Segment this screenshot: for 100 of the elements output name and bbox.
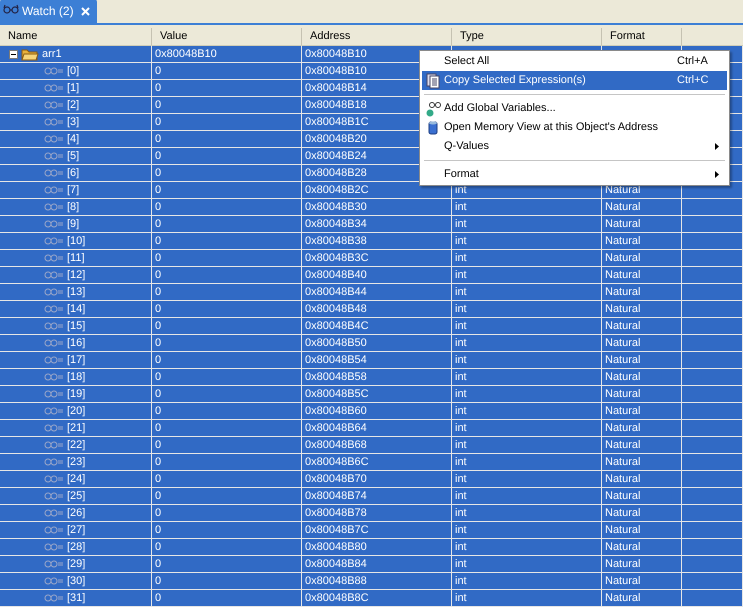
table-row[interactable]: [21] 0 0x80048B64 int Natural xyxy=(0,420,743,437)
table-cell: 0 xyxy=(152,131,302,147)
table-row[interactable]: [22] 0 0x80048B68 int Natural xyxy=(0,437,743,454)
close-icon[interactable] xyxy=(80,6,90,16)
table-row[interactable]: [20] 0 0x80048B60 int Natural xyxy=(0,403,743,420)
table-cell: 0x80048B70 xyxy=(302,471,452,487)
table-cell: int xyxy=(452,420,602,436)
table-cell: 0 xyxy=(152,199,302,215)
table-row[interactable]: [17] 0 0x80048B54 int Natural xyxy=(0,352,743,369)
table-cell: 0x80048B4C xyxy=(302,318,452,334)
table-row[interactable]: [19] 0 0x80048B5C int Natural xyxy=(0,386,743,403)
table-row[interactable]: [16] 0 0x80048B50 int Natural xyxy=(0,335,743,352)
variable-name: [15] xyxy=(67,318,86,334)
variable-icon xyxy=(44,287,64,297)
table-row[interactable]: [9] 0 0x80048B34 int Natural xyxy=(0,216,743,233)
variable-name: [12] xyxy=(67,268,86,283)
column-header[interactable]: Format xyxy=(602,28,682,45)
table-cell: 0x80048B80 xyxy=(302,539,452,555)
variable-name: [6] xyxy=(67,166,80,181)
variable-name: [21] xyxy=(67,420,86,436)
table-row[interactable]: [26] 0 0x80048B78 int Natural xyxy=(0,505,743,522)
table-cell: Natural xyxy=(602,369,682,385)
table-row[interactable]: [11] 0 0x80048B3C int Natural xyxy=(0,250,743,267)
table-cell: Natural xyxy=(602,301,682,317)
table-cell: int xyxy=(452,590,602,606)
table-row[interactable]: [31] 0 0x80048B8C int Natural xyxy=(0,590,743,607)
variable-name: [23] xyxy=(67,454,86,470)
table-cell: int xyxy=(452,437,602,453)
table-cell: Natural xyxy=(602,573,682,589)
table-row[interactable]: [13] 0 0x80048B44 int Natural xyxy=(0,284,743,301)
table-cell: Natural xyxy=(602,522,682,538)
table-cell: 0 xyxy=(152,386,302,402)
table-row[interactable]: [7] 0 0x80048B2C int Natural xyxy=(0,182,743,199)
table-cell: 0 xyxy=(152,454,302,470)
table-cell: 0x80048B48 xyxy=(302,301,452,317)
variable-name: [1] xyxy=(67,80,80,96)
table-cell: 0 xyxy=(152,267,302,283)
table-cell: int xyxy=(452,250,602,266)
table-cell: Natural xyxy=(602,454,682,470)
variable-icon xyxy=(44,474,64,484)
column-header[interactable]: Type xyxy=(452,28,602,45)
variable-icon xyxy=(44,270,64,280)
table-cell: int xyxy=(452,573,602,589)
table-row[interactable]: [18] 0 0x80048B58 int Natural xyxy=(0,369,743,386)
table-cell: 0x80048B3C xyxy=(302,250,452,266)
table-cell: int xyxy=(452,488,602,504)
table-row[interactable]: [8] 0 0x80048B30 int Natural xyxy=(0,199,743,216)
variable-icon xyxy=(44,525,64,535)
variable-name: [3] xyxy=(67,114,80,130)
variable-icon xyxy=(44,355,64,365)
table-cell: 0 xyxy=(152,590,302,606)
submenu-arrow-icon xyxy=(715,171,719,178)
column-header[interactable]: Value xyxy=(152,28,302,45)
menu-item[interactable]: Copy Selected Expression(s) Ctrl+C xyxy=(422,71,727,90)
table-cell: int xyxy=(452,539,602,555)
table-cell: 0x80048B88 xyxy=(302,573,452,589)
table-cell: 0 xyxy=(152,403,302,419)
table-cell: int xyxy=(452,505,602,521)
watch-tab[interactable]: Watch (2) xyxy=(0,0,97,23)
variable-icon xyxy=(44,185,64,195)
variable-icon xyxy=(44,542,64,552)
table-row[interactable]: [28] 0 0x80048B80 int Natural xyxy=(0,539,743,556)
table-cell: 0 xyxy=(152,539,302,555)
variable-name: [26] xyxy=(67,506,86,521)
table-cell: 0 xyxy=(152,488,302,504)
table-row[interactable]: [14] 0 0x80048B48 int Natural xyxy=(0,301,743,318)
table-row[interactable]: [23] 0 0x80048B6C int Natural xyxy=(0,454,743,471)
table-cell: int xyxy=(452,335,602,351)
table-row[interactable]: [10] 0 0x80048B38 int Natural xyxy=(0,233,743,250)
table-cell: Natural xyxy=(602,318,682,334)
table-row[interactable]: [30] 0 0x80048B88 int Natural xyxy=(0,573,743,590)
variable-icon xyxy=(44,304,64,314)
table-cell: 0 xyxy=(152,182,302,198)
variable-icon xyxy=(44,389,64,399)
table-row[interactable]: [15] 0 0x80048B4C int Natural xyxy=(0,318,743,335)
table-row[interactable]: [12] 0 0x80048B40 int Natural xyxy=(0,267,743,284)
table-cell: 0x80048B74 xyxy=(302,488,452,504)
table-cell: 0x80048B34 xyxy=(302,216,452,232)
submenu-arrow-icon xyxy=(715,143,719,150)
variable-icon xyxy=(44,219,64,229)
variable-icon xyxy=(44,66,64,76)
table-row[interactable]: [25] 0 0x80048B74 int Natural xyxy=(0,488,743,505)
table-row[interactable]: [24] 0 0x80048B70 int Natural xyxy=(0,471,743,488)
table-row[interactable]: [29] 0 0x80048B84 int Natural xyxy=(0,556,743,573)
variable-icon xyxy=(44,253,64,263)
column-header[interactable]: Name xyxy=(0,28,152,45)
table-cell: 0 xyxy=(152,301,302,317)
table-cell: 0 xyxy=(152,420,302,436)
table-cell: Natural xyxy=(602,488,682,504)
collapse-toggle[interactable] xyxy=(9,50,18,58)
table-cell: 0 xyxy=(152,471,302,487)
table-row[interactable]: [27] 0 0x80048B7C int Natural xyxy=(0,522,743,539)
table-cell: 0 xyxy=(152,250,302,266)
variable-name: [27] xyxy=(67,522,86,538)
table-cell: Natural xyxy=(602,335,682,351)
column-header[interactable]: Address xyxy=(302,28,452,45)
table-cell: Natural xyxy=(602,216,682,232)
table-cell: int xyxy=(452,522,602,538)
table-cell: Natural xyxy=(602,250,682,266)
table-cell: Natural xyxy=(602,505,682,521)
